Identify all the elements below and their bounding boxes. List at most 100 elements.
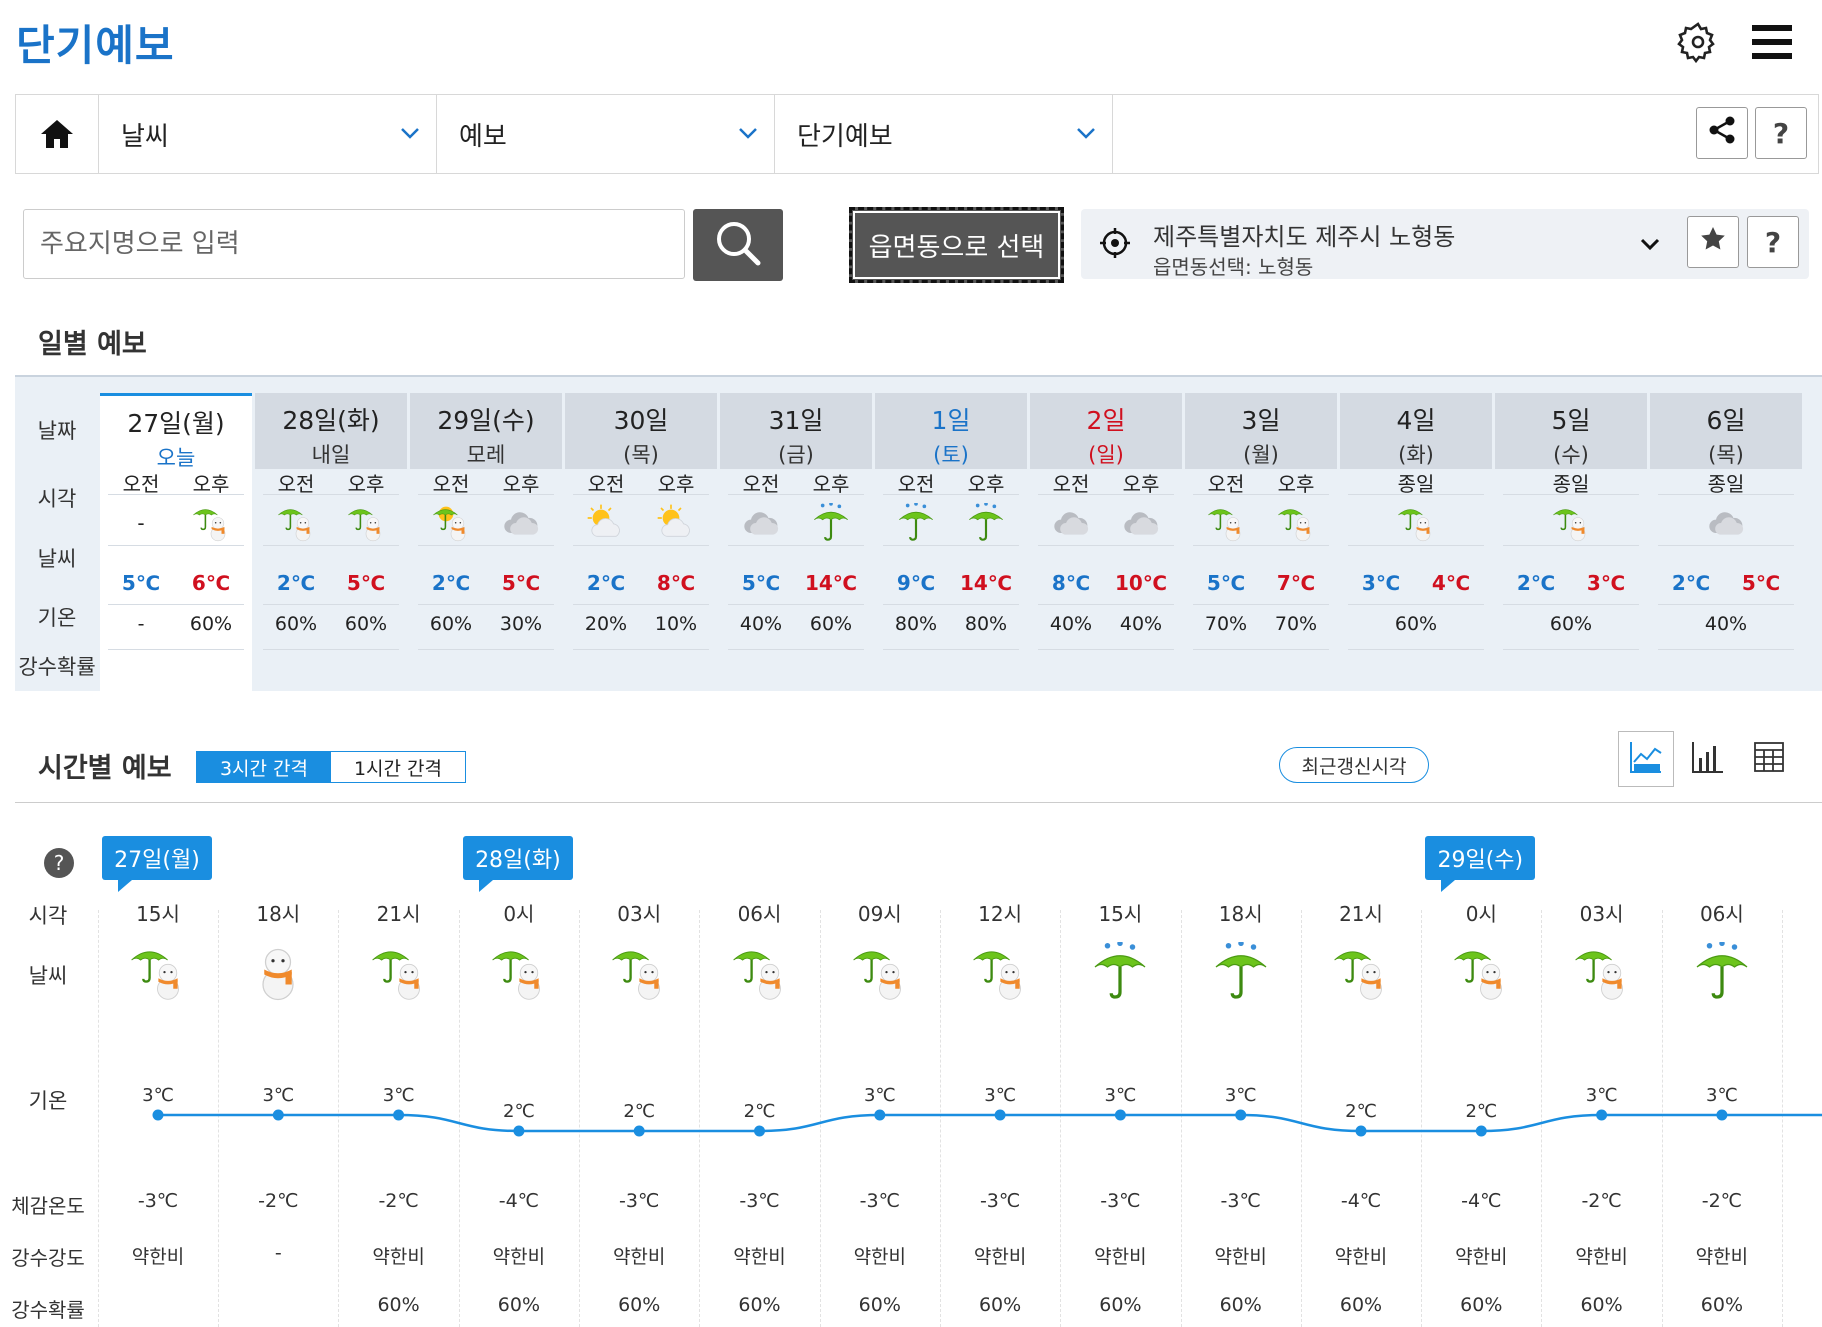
day-header[interactable]: 6일 (목) <box>1650 393 1802 469</box>
snow-rain-icon <box>1331 940 1391 1004</box>
day-sub: (토) <box>933 443 969 467</box>
slot-precip: 70% <box>1274 613 1318 635</box>
hour-feels: -3℃ <box>1100 1190 1141 1212</box>
slot-time: 오전 <box>742 472 780 496</box>
slot-temp: 2℃ <box>276 571 316 595</box>
day-sub: (금) <box>778 443 814 467</box>
favorite-button[interactable] <box>1687 216 1739 268</box>
chevron-down-icon[interactable] <box>1639 233 1661 259</box>
share-icon <box>1707 115 1737 152</box>
slot-time: 오전 <box>1207 472 1245 496</box>
snow-rain-icon <box>128 940 188 1004</box>
row-divider <box>1658 604 1794 605</box>
slot-temp: 14℃ <box>959 571 1013 595</box>
snow-rain-icon <box>369 940 429 1004</box>
hour-time: 06시 <box>1699 902 1744 926</box>
row-divider <box>573 649 709 650</box>
breadcrumb-short-forecast-select[interactable]: 단기예보 <box>775 95 1113 173</box>
temperature-point <box>393 1109 405 1121</box>
latest-update-button[interactable]: 최근갱신시각 <box>1279 747 1429 783</box>
slot-temp: 9℃ <box>896 571 936 595</box>
day-date: 3일 <box>1241 406 1281 435</box>
row-divider <box>1193 604 1329 605</box>
hour-time: 06시 <box>737 902 782 926</box>
slot-time: 오후 <box>347 472 385 496</box>
search-button[interactable] <box>693 209 783 281</box>
hour-precip: 60% <box>1580 1294 1623 1316</box>
menu-hamburger-icon[interactable] <box>1746 16 1798 68</box>
day-header[interactable]: 5일 (수) <box>1495 393 1647 469</box>
hour-intensity: 약한비 <box>1094 1246 1147 1268</box>
row-divider <box>418 545 554 546</box>
row-divider <box>1658 649 1794 650</box>
day-header[interactable]: 2일 (일) <box>1030 393 1182 469</box>
slot-precip: 80% <box>964 613 1008 635</box>
slot-temp: 6℃ <box>191 571 231 595</box>
hour-precip: 60% <box>1339 1294 1383 1316</box>
hour-temp: 3℃ <box>863 1085 896 1106</box>
table-view-button[interactable] <box>1741 731 1797 787</box>
day-header[interactable]: 1일 (토) <box>875 393 1027 469</box>
column-guide <box>458 910 460 1327</box>
hour-feels: -3℃ <box>859 1190 900 1212</box>
tab-1hour[interactable]: 1시간 간격 <box>331 752 465 782</box>
search-input[interactable] <box>23 209 685 279</box>
day-header[interactable]: 27일(월) 오늘 <box>100 393 252 470</box>
temperature-point <box>513 1125 525 1137</box>
day-header[interactable]: 3일 (월) <box>1185 393 1337 469</box>
breadcrumb-forecast-select[interactable]: 예보 <box>437 95 775 173</box>
row-divider <box>728 545 864 546</box>
day-header[interactable]: 28일(화) 내일 <box>255 393 407 469</box>
slot-time: 오전 <box>432 472 470 496</box>
bar-chart-view-button[interactable] <box>1680 731 1736 787</box>
temperature-line <box>158 1113 1822 1133</box>
settings-gear-icon[interactable] <box>1672 16 1724 68</box>
temperature-point <box>1114 1109 1126 1121</box>
slot-temp-low: 3℃ <box>1361 571 1401 595</box>
day-header[interactable]: 29일(수) 모레 <box>410 393 562 469</box>
hourly-help-button[interactable]: ? <box>44 848 74 878</box>
select-by-emd-button[interactable]: 읍면동으로 선택 <box>849 207 1064 283</box>
current-location-icon[interactable] <box>1099 227 1131 263</box>
row-divider <box>1503 649 1639 650</box>
slot-temp: 5℃ <box>501 571 541 595</box>
slot-temp: 5℃ <box>121 571 161 595</box>
tab-3hour[interactable]: 3시간 간격 <box>197 752 331 782</box>
day-header[interactable]: 31일 (금) <box>720 393 872 469</box>
slot-precip: 60% <box>189 613 233 635</box>
day-sub: (월) <box>1243 443 1279 467</box>
location-selector[interactable]: 제주특별자치도 제주시 노형동 읍면동선택: 노형동 ? <box>1081 209 1809 279</box>
hour-intensity: 약한비 <box>492 1246 546 1268</box>
location-help-button[interactable]: ? <box>1747 216 1799 268</box>
snow-rain-icon <box>1276 501 1316 545</box>
breadcrumb: 날씨 예보 단기예보 ? <box>15 94 1819 174</box>
snow-rain-icon <box>1551 501 1591 545</box>
day-header[interactable]: 30일 (목) <box>565 393 717 469</box>
column-guide <box>579 910 581 1327</box>
hour-temp: 3℃ <box>382 1085 415 1106</box>
location-main-label: 제주특별자치도 제주시 노형동 <box>1153 223 1456 251</box>
slot-temp: 8℃ <box>1051 571 1091 595</box>
slot-temp: 8℃ <box>656 571 696 595</box>
hour-time: 12시 <box>978 902 1023 926</box>
help-button[interactable]: ? <box>1755 107 1807 159</box>
home-icon[interactable] <box>16 95 99 173</box>
bar-chart-icon <box>1691 740 1725 778</box>
hour-feels: -4℃ <box>1461 1190 1502 1212</box>
hour-temp: 3℃ <box>1104 1085 1137 1106</box>
hour-temp: 3℃ <box>984 1085 1016 1106</box>
hour-time: 15시 <box>1098 902 1143 926</box>
temperature-point <box>1716 1109 1728 1121</box>
day-header[interactable]: 4일 (화) <box>1340 393 1492 469</box>
day-date: 2일 <box>1086 406 1126 435</box>
day-date: 4일 <box>1396 406 1436 435</box>
slot-precip: 10% <box>654 613 698 635</box>
column-guide <box>1060 910 1062 1327</box>
hour-precip: 60% <box>1700 1294 1743 1316</box>
row-divider <box>883 649 1019 650</box>
slot-temp-low: 2℃ <box>1671 571 1711 595</box>
slot-precip: 80% <box>894 613 938 635</box>
share-button[interactable] <box>1696 107 1748 159</box>
breadcrumb-weather-select[interactable]: 날씨 <box>99 95 437 173</box>
line-chart-view-button[interactable] <box>1618 731 1674 787</box>
